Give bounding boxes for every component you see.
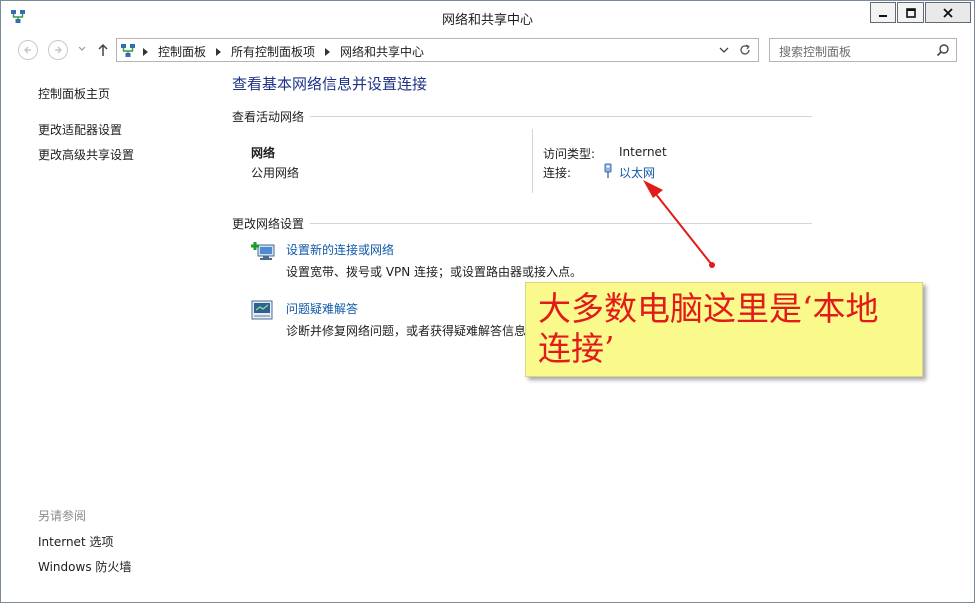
minimize-button[interactable] <box>870 2 896 23</box>
address-dropdown-button[interactable] <box>717 43 731 57</box>
breadcrumb-separator-icon[interactable] <box>143 47 148 56</box>
control-panel-home-link[interactable]: 控制面板主页 <box>38 85 110 102</box>
network-sharing-center-window: 网络和共享中心 控制面板 所有控制面板项 网络和共享中心 搜索控制面板 控制面板… <box>0 0 975 603</box>
maximize-button[interactable] <box>897 2 924 23</box>
arrow-head <box>643 180 663 198</box>
window-title: 网络和共享中心 <box>441 13 533 28</box>
troubleshoot-icon[interactable] <box>250 300 276 322</box>
control-panel-icon <box>121 44 135 57</box>
active-networks-heading: 查看活动网络 <box>232 108 311 125</box>
title-bar[interactable]: 网络和共享中心 <box>1 1 974 32</box>
change-settings-divider <box>232 223 812 224</box>
breadcrumb-control-panel[interactable]: 控制面板 <box>158 43 206 60</box>
arrow-line <box>654 192 713 266</box>
see-also-heading: 另请参阅 <box>38 509 87 523</box>
forward-button[interactable] <box>48 40 68 60</box>
back-button[interactable] <box>18 40 38 60</box>
breadcrumb: 控制面板 所有控制面板项 网络和共享中心 <box>143 43 424 60</box>
close-icon <box>943 7 953 18</box>
arrow-tail-dot <box>709 262 715 268</box>
access-type-label: 访问类型: <box>543 147 596 161</box>
internet-options-link[interactable]: Internet 选项 <box>38 533 113 550</box>
up-arrow-icon <box>98 43 108 56</box>
annotation-text: 大多数电脑这里是‘本地连接’ <box>538 289 879 368</box>
up-button[interactable] <box>95 40 111 60</box>
change-settings-heading: 更改网络设置 <box>232 215 311 232</box>
breadcrumb-all-items[interactable]: 所有控制面板项 <box>231 43 315 60</box>
search-input[interactable]: 搜索控制面板 <box>779 43 851 60</box>
close-button[interactable] <box>925 2 971 23</box>
ethernet-connection-link[interactable]: 以太网 <box>619 164 655 181</box>
change-adapter-settings-link[interactable]: 更改适配器设置 <box>38 121 122 138</box>
ethernet-icon <box>604 163 612 178</box>
back-arrow-icon <box>24 46 31 54</box>
chevron-down-icon <box>719 47 729 53</box>
breadcrumb-network-center[interactable]: 网络和共享中心 <box>340 43 424 60</box>
maximize-icon <box>905 7 916 18</box>
address-bar[interactable]: 控制面板 所有控制面板项 网络和共享中心 <box>116 38 759 62</box>
network-type: 公用网络 <box>251 166 300 180</box>
page-title: 查看基本网络信息并设置连接 <box>232 75 428 93</box>
network-setup-icon[interactable] <box>250 241 276 263</box>
change-advanced-sharing-link[interactable]: 更改高级共享设置 <box>38 146 134 163</box>
recent-locations-chevron-icon[interactable] <box>78 45 86 53</box>
setup-new-connection-link[interactable]: 设置新的连接或网络 <box>286 241 394 258</box>
active-networks-divider <box>232 116 812 117</box>
search-icon[interactable] <box>936 43 950 57</box>
windows-firewall-link[interactable]: Windows 防火墙 <box>38 558 131 575</box>
navigation-bar: 控制面板 所有控制面板项 网络和共享中心 搜索控制面板 <box>1 37 974 65</box>
troubleshoot-link[interactable]: 问题疑难解答 <box>286 300 358 317</box>
troubleshoot-description: 诊断并修复网络问题，或者获得疑难解答信息 <box>286 324 527 338</box>
breadcrumb-separator-icon[interactable] <box>325 47 331 56</box>
network-name: 网络 <box>251 146 276 160</box>
forward-arrow-icon <box>55 46 62 54</box>
search-box[interactable]: 搜索控制面板 <box>769 38 957 62</box>
connection-label: 连接: <box>543 166 572 180</box>
setup-new-connection-description: 设置宽带、拨号或 VPN 连接；或设置路由器或接入点。 <box>286 265 583 279</box>
access-type-value: Internet <box>619 145 667 159</box>
annotation-callout: 大多数电脑这里是‘本地连接’ <box>525 282 923 377</box>
network-info-divider <box>532 129 533 193</box>
refresh-button[interactable] <box>737 42 753 58</box>
minimize-icon <box>879 14 887 17</box>
breadcrumb-separator-icon[interactable] <box>216 47 222 56</box>
refresh-icon <box>740 44 750 55</box>
